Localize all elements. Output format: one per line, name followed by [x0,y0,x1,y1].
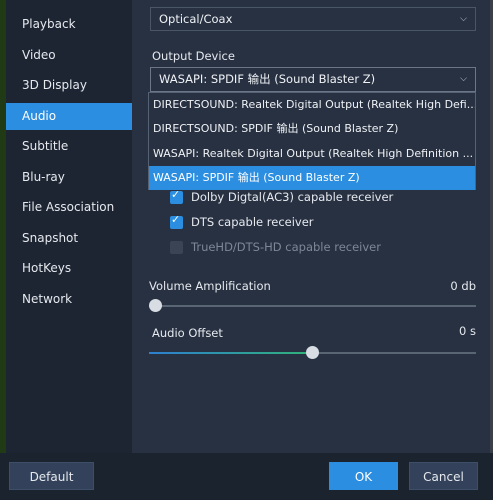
truehd-checkbox[interactable] [170,241,183,254]
audio-offset-value: 0 s [459,324,476,338]
cancel-button[interactable]: Cancel [409,462,478,490]
output-device-dropdown: DIRECTSOUND: Realtek Digital Output (Rea… [148,92,476,190]
volume-amplification-value: 0 db [450,279,476,293]
output-device-select[interactable]: WASAPI: SPDIF 输出 (Sound Blaster Z) ⌵ [150,67,476,92]
device-option-selected[interactable]: WASAPI: SPDIF 输出 (Sound Blaster Z) [149,166,475,190]
sidebar-item-network[interactable]: Network [6,286,132,313]
sidebar-item-audio[interactable]: Audio [6,103,132,130]
sidebar-item-3d-display[interactable]: 3D Display [6,72,132,99]
audio-offset-slider-handle[interactable] [306,346,319,359]
sidebar: Playback Video 3D Display Audio Subtitle… [0,0,132,453]
default-button[interactable]: Default [9,462,94,490]
output-device-value: WASAPI: SPDIF 输出 (Sound Blaster Z) [159,72,376,86]
sidebar-item-hotkeys[interactable]: HotKeys [6,255,132,282]
dts-checkbox[interactable] [170,213,183,229]
truehd-checkbox-label: TrueHD/DTS-HD capable receiver [191,240,381,254]
sidebar-item-file-association[interactable]: File Association [6,194,132,221]
sidebar-item-subtitle[interactable]: Subtitle [6,133,132,160]
output-mode-value: Optical/Coax [159,12,233,26]
device-option[interactable]: WASAPI: Realtek Digital Output (Realtek … [149,142,475,166]
sidebar-item-playback[interactable]: Playback [6,11,132,38]
audio-offset-slider-fill [149,352,310,354]
ok-button[interactable]: OK [329,462,398,490]
chevron-down-icon: ⌵ [460,74,467,84]
output-mode-select[interactable]: Optical/Coax ⌵ [150,7,476,31]
volume-slider-handle[interactable] [149,299,162,312]
dolby-checkbox[interactable] [170,188,183,204]
output-device-label: Output Device [152,49,235,63]
dolby-checkbox-label: Dolby Digtal(AC3) capable receiver [191,190,394,204]
volume-slider-track[interactable] [149,305,476,307]
sidebar-item-video[interactable]: Video [6,42,132,69]
sidebar-item-snapshot[interactable]: Snapshot [6,225,132,252]
volume-amplification-label: Volume Amplification [149,279,271,293]
sidebar-item-blu-ray[interactable]: Blu-ray [6,164,132,191]
device-option[interactable]: DIRECTSOUND: SPDIF 输出 (Sound Blaster Z) [149,117,475,141]
audio-offset-label: Audio Offset [152,326,223,340]
chevron-down-icon: ⌵ [460,14,467,24]
dts-checkbox-label: DTS capable receiver [191,215,314,229]
device-option[interactable]: DIRECTSOUND: Realtek Digital Output (Rea… [149,93,475,117]
